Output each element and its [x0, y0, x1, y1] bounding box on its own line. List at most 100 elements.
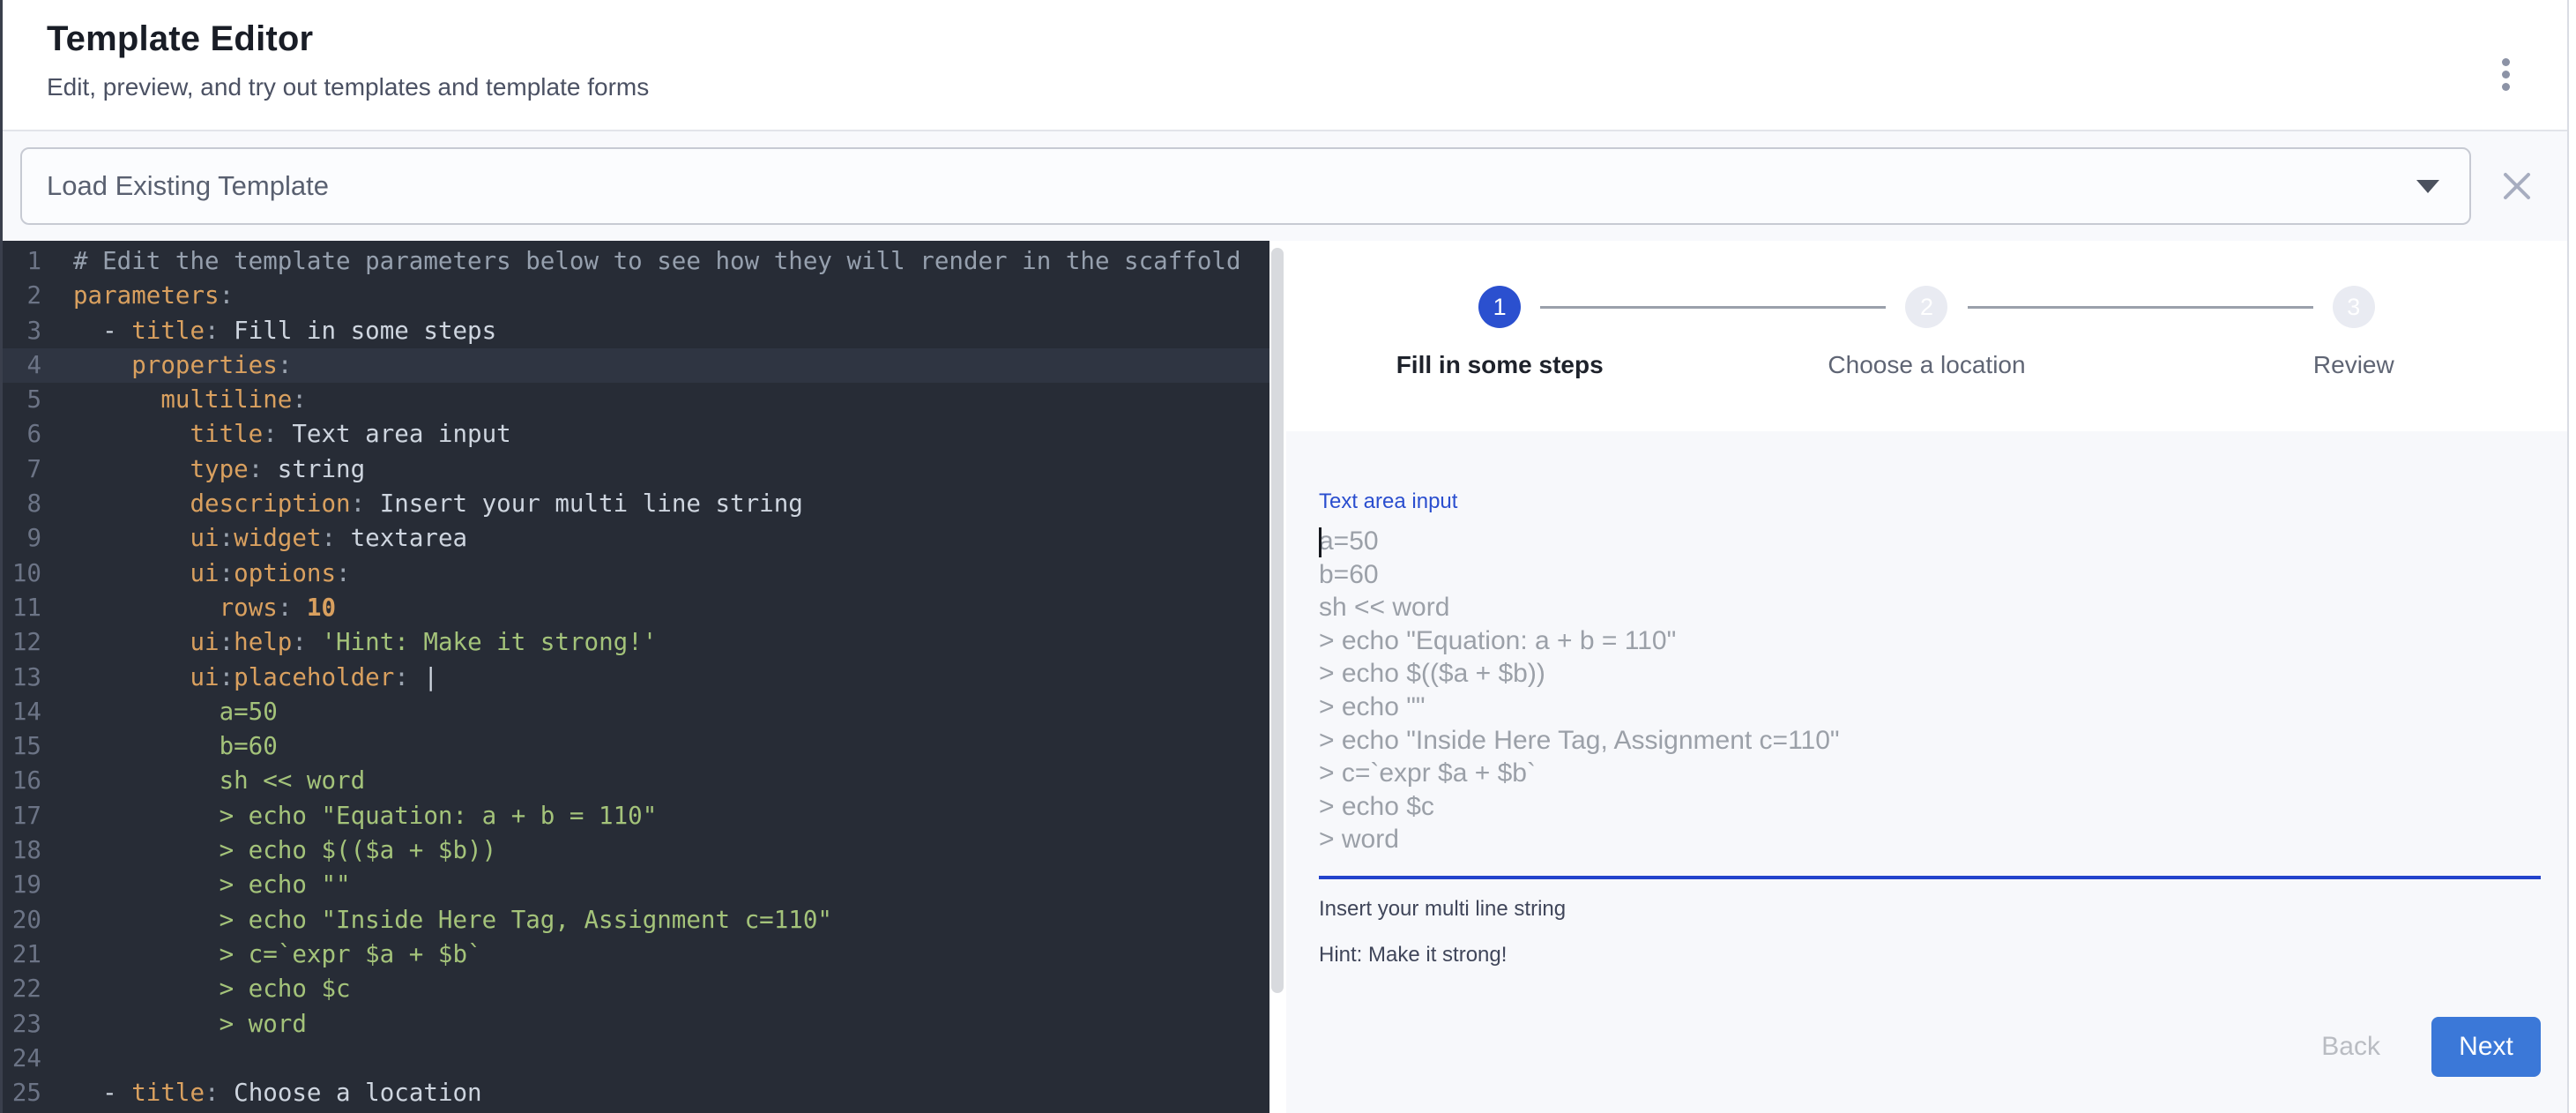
code-line[interactable]: 24 [3, 1042, 1269, 1076]
code-editor[interactable]: 1# Edit the template parameters below to… [3, 241, 1269, 1113]
code-line[interactable]: 23 > word [3, 1007, 1269, 1042]
back-button[interactable]: Back [2309, 1023, 2393, 1071]
line-number: 1 [3, 244, 73, 279]
kebab-dot [2502, 58, 2510, 66]
kebab-dot [2502, 83, 2510, 91]
code-line[interactable]: 21 > c=`expr $a + $b` [3, 937, 1269, 972]
line-number: 3 [3, 314, 73, 348]
line-number: 15 [3, 729, 73, 764]
line-number: 9 [3, 521, 73, 556]
header-text: Template Editor Edit, preview, and try o… [47, 12, 649, 130]
code-text: ui:options: [73, 556, 1269, 591]
code-line[interactable]: 11 rows: 10 [3, 591, 1269, 625]
caret-down-icon [2416, 180, 2439, 193]
line-number: 22 [3, 972, 73, 1006]
text-cursor [1319, 527, 1322, 557]
line-number: 2 [3, 279, 73, 313]
line-number: 12 [3, 625, 73, 660]
line-number: 20 [3, 903, 73, 937]
scrollbar-thumb[interactable] [1271, 248, 1284, 993]
code-line[interactable]: 2parameters: [3, 279, 1269, 313]
kebab-dot [2502, 71, 2510, 78]
code-text: > word [73, 1007, 1269, 1042]
line-number: 16 [3, 764, 73, 798]
next-button[interactable]: Next [2431, 1017, 2541, 1077]
code-text: ui:widget: textarea [73, 521, 1269, 556]
code-line[interactable]: 18 > echo $(($a + $b)) [3, 833, 1269, 868]
line-number: 8 [3, 487, 73, 521]
code-line[interactable]: 22 > echo $c [3, 972, 1269, 1006]
line-number: 25 [3, 1076, 73, 1110]
code-text: - title: Choose a location [73, 1076, 1269, 1110]
step-connector [1968, 306, 2313, 309]
step-labels-row: Fill in some steps Choose a location Revie… [1286, 351, 2567, 379]
code-line[interactable]: 15 b=60 [3, 729, 1269, 764]
code-text: rows: 10 [73, 591, 1269, 625]
line-number: 23 [3, 1007, 73, 1042]
step-label-column: Fill in some steps [1286, 351, 1713, 379]
step-icons-row: 123 [1286, 286, 2567, 328]
code-line[interactable]: 3 - title: Fill in some steps [3, 314, 1269, 348]
line-number: 17 [3, 799, 73, 833]
line-number: 21 [3, 937, 73, 972]
line-number: 7 [3, 452, 73, 487]
code-line[interactable]: 19 > echo "" [3, 868, 1269, 902]
code-text: multiline: [73, 383, 1269, 417]
code-text: > echo $c [73, 972, 1269, 1006]
code-text: a=50 [73, 695, 1269, 729]
code-line[interactable]: 20 > echo "Inside Here Tag, Assignment c… [3, 903, 1269, 937]
step-circle: 3 [2333, 286, 2375, 328]
code-text [73, 1042, 1269, 1076]
kebab-menu-icon[interactable] [2479, 39, 2532, 109]
code-text: ui:help: 'Hint: Make it strong!' [73, 625, 1269, 660]
code-line[interactable]: 17 > echo "Equation: a + b = 110" [3, 799, 1269, 833]
step-label: Choose a location [1828, 351, 2025, 379]
line-number: 10 [3, 556, 73, 591]
code-line[interactable]: 13 ui:placeholder: | [3, 661, 1269, 695]
code-line[interactable]: 9 ui:widget: textarea [3, 521, 1269, 556]
step-circle: 2 [1905, 286, 1947, 328]
close-icon [2499, 168, 2535, 204]
code-text: parameters: [73, 279, 1269, 313]
step-label-column: Review [2140, 351, 2567, 379]
code-line[interactable]: 10 ui:options: [3, 556, 1269, 591]
textarea-wrap [1319, 525, 2541, 860]
step-form: Text area input Insert your multi line s… [1286, 431, 2567, 1113]
step-connector [1540, 306, 1886, 309]
code-text: sh << word [73, 764, 1269, 798]
code-line[interactable]: 1# Edit the template parameters below to… [3, 244, 1269, 279]
load-template-select[interactable]: Load Existing Template [20, 147, 2471, 225]
code-line[interactable]: 16 sh << word [3, 764, 1269, 798]
code-text: - title: Fill in some steps [73, 314, 1269, 348]
code-line[interactable]: 5 multiline: [3, 383, 1269, 417]
code-text: type: string [73, 452, 1269, 487]
page-header: Template Editor Edit, preview, and try o… [3, 0, 2567, 131]
code-line[interactable]: 25 - title: Choose a location [3, 1076, 1269, 1110]
code-text: > c=`expr $a + $b` [73, 937, 1269, 972]
code-line[interactable]: 6 title: Text area input [3, 417, 1269, 452]
code-line[interactable]: 12 ui:help: 'Hint: Make it strong!' [3, 625, 1269, 660]
line-number: 5 [3, 383, 73, 417]
preview-panel: 123 Fill in some stepsChoose a locationR… [1286, 241, 2567, 1113]
line-number: 4 [3, 348, 73, 383]
template-selector-strip: Load Existing Template [3, 131, 2567, 241]
code-line[interactable]: 4 properties: [3, 348, 1269, 383]
code-line[interactable]: 14 a=50 [3, 695, 1269, 729]
code-text: description: Insert your multi line stri… [73, 487, 1269, 521]
code-text: b=60 [73, 729, 1269, 764]
code-text: ui:placeholder: | [73, 661, 1269, 695]
main-split: 1# Edit the template parameters below to… [3, 241, 2567, 1113]
code-line[interactable]: 7 type: string [3, 452, 1269, 487]
line-number: 14 [3, 695, 73, 729]
code-line[interactable]: 8 description: Insert your multi line st… [3, 487, 1269, 521]
step-label-column: Choose a location [1713, 351, 2140, 379]
line-number: 6 [3, 417, 73, 452]
multiline-textarea[interactable] [1319, 525, 2541, 860]
clear-template-button[interactable] [2498, 167, 2536, 205]
code-text: # Edit the template parameters below to … [73, 244, 1269, 279]
editor-scrollbar[interactable] [1269, 241, 1286, 1113]
page-title: Template Editor [47, 19, 649, 59]
code-text: > echo "Inside Here Tag, Assignment c=11… [73, 903, 1269, 937]
code-text: > echo "Equation: a + b = 110" [73, 799, 1269, 833]
template-editor-page: Template Editor Edit, preview, and try o… [3, 0, 2569, 1113]
